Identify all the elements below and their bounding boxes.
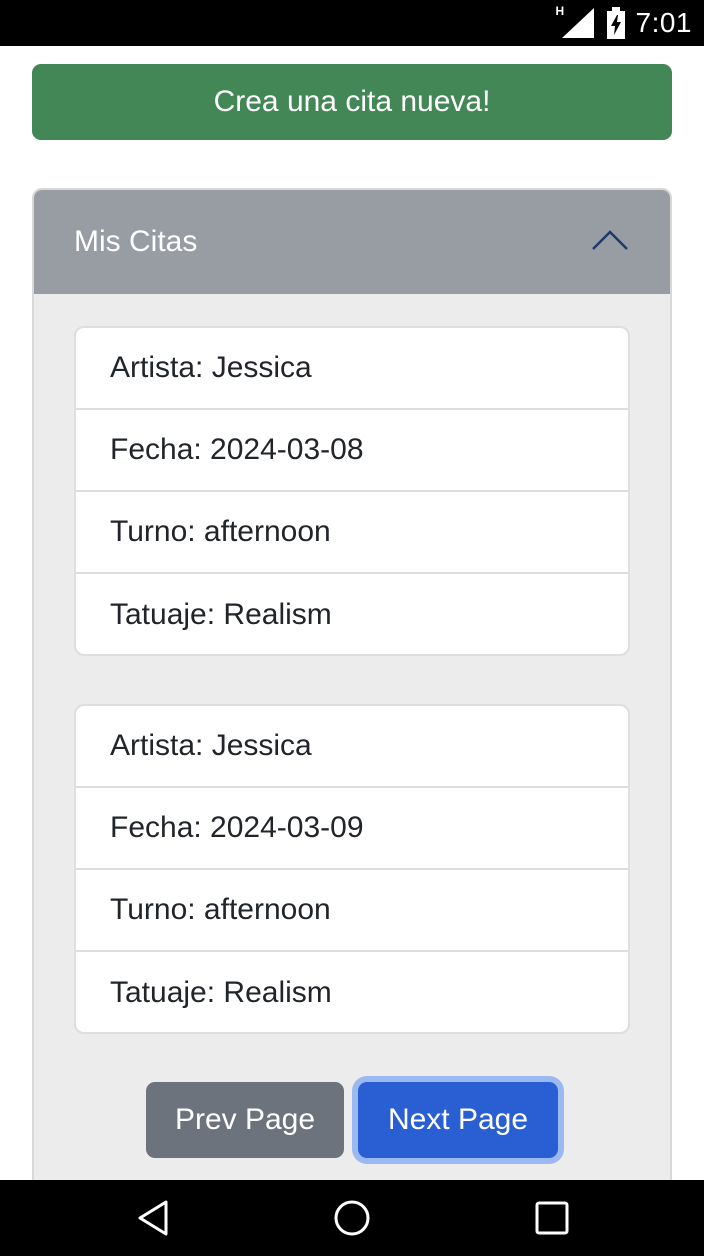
appointment-artist: Artista: Jessica — [76, 328, 628, 410]
navigation-bar — [0, 1180, 704, 1256]
chevron-up-icon[interactable] — [590, 224, 630, 254]
next-page-button[interactable]: Next Page — [358, 1082, 558, 1158]
pagination: Prev Page Next Page — [34, 1082, 670, 1158]
appointment-card: Artista: Jessica Fecha: 2024-03-09 Turno… — [74, 704, 630, 1034]
create-appointment-button[interactable]: Crea una cita nueva! — [32, 64, 672, 140]
appointment-date: Fecha: 2024-03-08 — [76, 410, 628, 492]
panel-title: Mis Citas — [74, 225, 198, 258]
appointment-shift: Turno: afternoon — [76, 870, 628, 952]
appointment-artist: Artista: Jessica — [76, 706, 628, 788]
home-icon[interactable] — [332, 1198, 372, 1238]
appointment-card: Artista: Jessica Fecha: 2024-03-08 Turno… — [74, 326, 630, 656]
clock: 7:01 — [635, 7, 692, 38]
appointments-panel: Mis Citas Artista: Jessica Fecha: 2024-0… — [32, 188, 672, 1188]
prev-page-button[interactable]: Prev Page — [146, 1082, 344, 1158]
appointment-tattoo: Tatuaje: Realism — [110, 976, 332, 1009]
recents-icon[interactable] — [532, 1198, 572, 1238]
status-bar: H 7:01 — [0, 0, 704, 46]
appointments-panel-header[interactable]: Mis Citas — [34, 190, 670, 294]
signal-icon: H — [556, 4, 596, 38]
appointment-date: Fecha: 2024-03-09 — [76, 788, 628, 870]
appointment-tattoo: Tatuaje: Realism — [110, 598, 332, 631]
back-icon[interactable] — [134, 1198, 174, 1238]
network-type-label: H — [555, 4, 565, 18]
battery-charging-icon — [606, 7, 625, 39]
appointment-shift: Turno: afternoon — [76, 492, 628, 574]
